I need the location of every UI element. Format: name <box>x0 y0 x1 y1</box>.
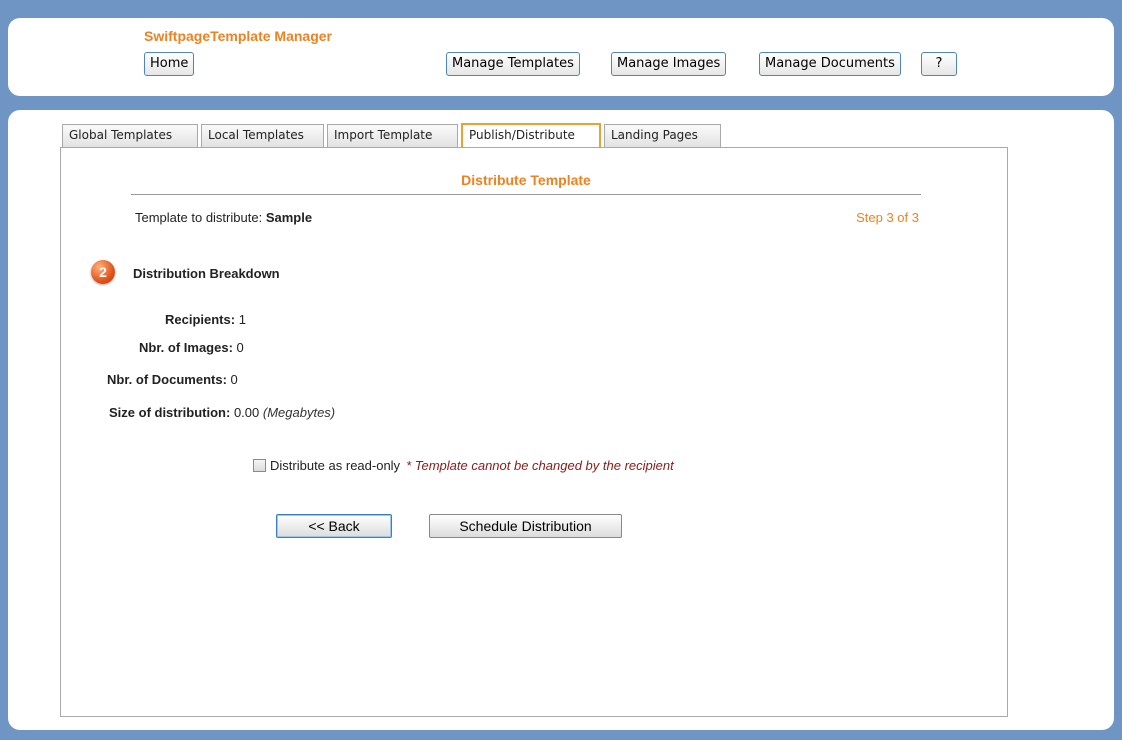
documents-label: Nbr. of Documents: <box>107 372 227 387</box>
images-value: 0 <box>236 340 244 355</box>
template-prefix: Template to distribute: <box>135 210 263 225</box>
template-info: Template to distribute: Sample <box>135 210 312 225</box>
tab-landing-pages[interactable]: Landing Pages <box>604 124 721 147</box>
size-stat: Size of distribution: 0.00 (Megabytes) <box>109 405 335 420</box>
readonly-note: * Template cannot be changed by the reci… <box>406 458 674 473</box>
images-stat: Nbr. of Images: 0 <box>139 340 244 355</box>
tab-global-templates[interactable]: Global Templates <box>62 124 198 147</box>
readonly-label[interactable]: Distribute as read-only <box>270 458 400 473</box>
tab-import-template[interactable]: Import Template <box>327 124 458 147</box>
manage-images-button[interactable]: Manage Images <box>611 52 727 76</box>
home-button[interactable]: Home <box>144 52 195 76</box>
title-divider <box>131 194 921 195</box>
manage-documents-button[interactable]: Manage Documents <box>759 52 901 76</box>
size-label: Size of distribution: <box>109 405 231 420</box>
readonly-option: Distribute as read-only * Template canno… <box>253 458 674 473</box>
tab-local-templates[interactable]: Local Templates <box>201 124 324 147</box>
main-content: Global Templates Local Templates Import … <box>8 110 1114 730</box>
readonly-checkbox[interactable] <box>253 459 266 472</box>
template-name: Sample <box>265 210 313 225</box>
app-title: SwiftpageTemplate Manager <box>144 28 333 44</box>
tab-publish-distribute[interactable]: Publish/Distribute <box>461 123 601 147</box>
section-title: Distribution Breakdown <box>133 266 280 281</box>
step-number-badge-icon: 2 <box>91 260 115 284</box>
panel-title: Distribute Template <box>461 172 591 188</box>
recipients-label: Recipients: <box>165 312 236 327</box>
size-unit: (Megabytes) <box>262 405 336 420</box>
size-value: 0.00 <box>233 405 260 420</box>
images-label: Nbr. of Images: <box>139 340 233 355</box>
recipients-stat: Recipients: 1 <box>165 312 246 327</box>
step-indicator: Step 3 of 3 <box>856 210 919 225</box>
schedule-distribution-button[interactable]: Schedule Distribution <box>429 514 622 538</box>
documents-value: 0 <box>230 372 238 387</box>
help-button[interactable]: ? <box>921 52 957 76</box>
distribute-panel: Distribute Template Template to distribu… <box>60 147 1008 717</box>
back-button[interactable]: << Back <box>276 514 392 538</box>
documents-stat: Nbr. of Documents: 0 <box>107 372 238 387</box>
recipients-value: 1 <box>238 312 246 327</box>
manage-templates-button[interactable]: Manage Templates <box>446 52 580 76</box>
header-bar: SwiftpageTemplate Manager Home Manage Te… <box>8 18 1114 96</box>
